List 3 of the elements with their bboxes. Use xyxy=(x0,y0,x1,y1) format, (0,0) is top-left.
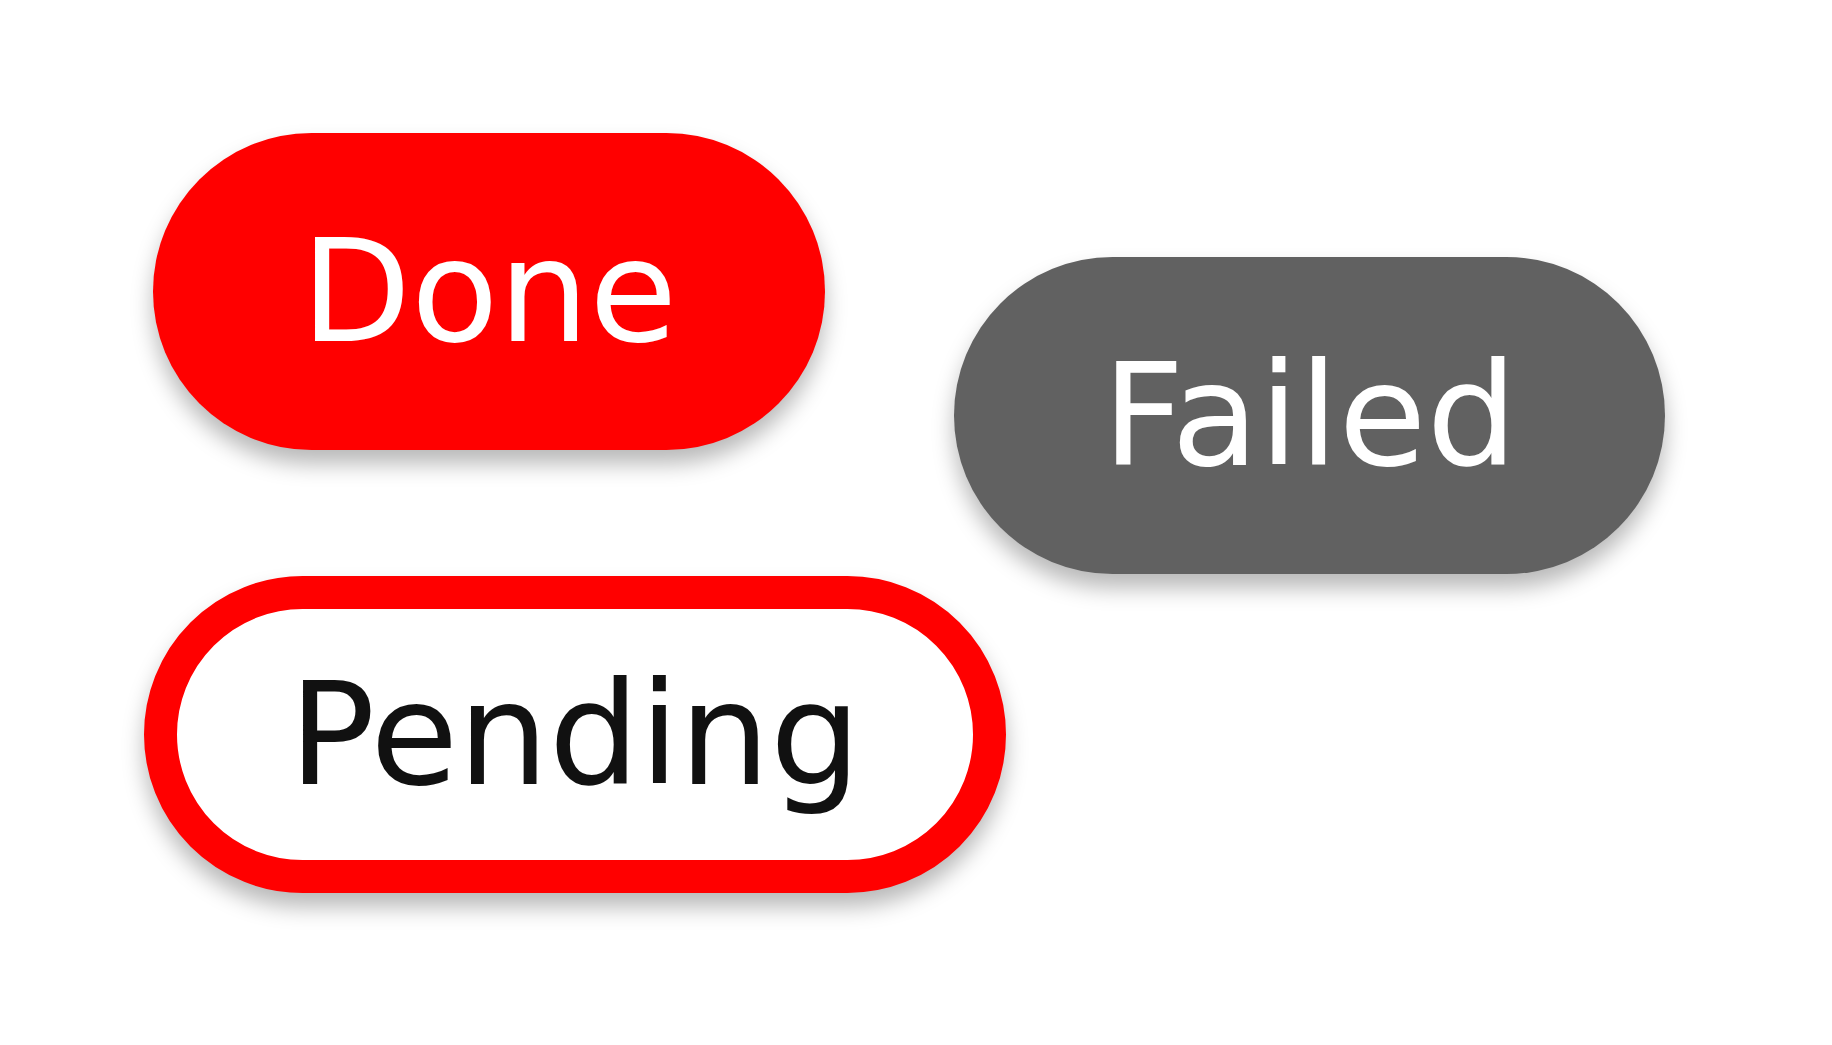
status-badge: Failed xyxy=(954,257,1666,574)
status-badge: Done xyxy=(153,133,826,450)
status-badge: Pending xyxy=(144,576,1006,893)
